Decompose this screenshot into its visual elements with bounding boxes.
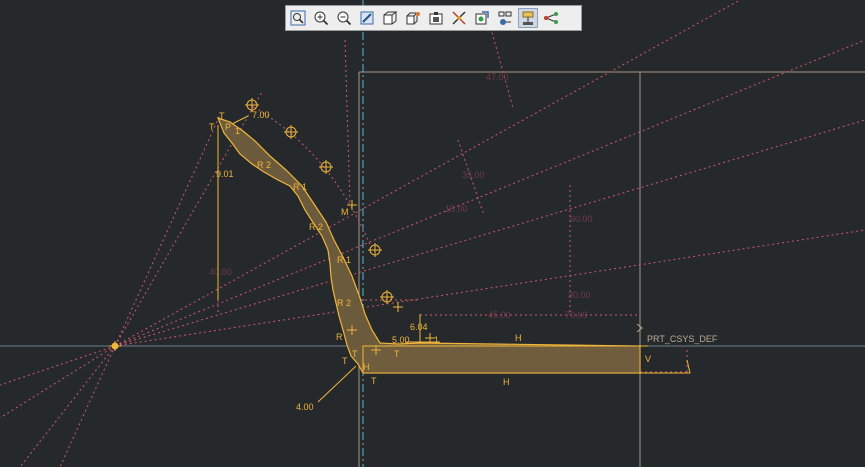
svg-text:40.00: 40.00	[209, 267, 232, 277]
zoom-out-icon	[337, 11, 352, 26]
dimension-side-left[interactable]: 9.01	[216, 170, 234, 179]
zoom-out-button[interactable]	[334, 8, 354, 28]
constraint-R: R	[336, 332, 343, 342]
constraint-R2-a: R 2	[257, 160, 272, 170]
constraint-R2-b: R 2	[309, 222, 324, 232]
svg-text:35.00: 35.00	[462, 170, 485, 180]
zoom-in-icon	[314, 11, 329, 26]
annotation-display-button[interactable]	[472, 8, 492, 28]
base-rectangle[interactable]	[362, 345, 641, 374]
constraint-L1: 1	[434, 335, 440, 345]
refit-icon	[290, 10, 306, 26]
dimension-base-small[interactable]: 5.00	[392, 336, 410, 345]
constraint-display-button[interactable]	[518, 8, 538, 28]
annotation-display-icon	[475, 11, 489, 25]
repaint-button[interactable]	[357, 8, 377, 28]
datum-display-icon	[452, 11, 466, 25]
sketch-view-icon	[429, 12, 443, 25]
construction-rays	[0, 0, 865, 467]
constraint-R1-a: R 1	[293, 182, 308, 192]
constraint-T-left: T	[209, 122, 215, 132]
graphics-toolbar	[285, 5, 582, 31]
constraint-R2-c: R 2	[337, 298, 352, 308]
constraint-display-icon	[522, 11, 534, 25]
display-style-icon	[383, 11, 398, 25]
svg-text:30.00: 30.00	[568, 290, 591, 300]
datum-display-button[interactable]	[449, 8, 469, 28]
saved-orientations-button[interactable]	[403, 8, 423, 28]
svg-text:15.00: 15.00	[445, 204, 468, 214]
constraint-H-top: H	[515, 333, 522, 343]
csys-label[interactable]: PRT_CSYS_DEF	[647, 335, 717, 344]
refit-button[interactable]	[288, 8, 308, 28]
frame-rectangle	[358, 71, 865, 467]
constraint-T-right: T	[394, 349, 400, 359]
vertex-display-button[interactable]	[541, 8, 561, 28]
constraint-T-bottom-left: T	[342, 356, 348, 366]
dimension-angle-top[interactable]: 7.00	[252, 111, 270, 120]
constraint-P: P	[225, 122, 232, 132]
display-style-button[interactable]	[380, 8, 400, 28]
vertex-display-icon	[544, 12, 558, 24]
dimension-small-gap[interactable]: 6.04	[410, 323, 428, 332]
svg-text:47.00: 47.00	[486, 72, 509, 82]
sketcher-display-button[interactable]	[495, 8, 515, 28]
svg-text:70.00: 70.00	[565, 310, 588, 320]
sketch-canvas[interactable]: 47.00 35.00 60.00 40.00 15.00 45.00 70.0…	[0, 0, 865, 467]
sketcher-display-icon	[498, 11, 512, 25]
constraint-H-small: H	[363, 362, 370, 372]
zoom-in-button[interactable]	[311, 8, 331, 28]
sketch-profile[interactable]	[216, 117, 641, 374]
constraint-V: V	[645, 354, 652, 364]
svg-text:45.00: 45.00	[488, 310, 511, 320]
constraint-R1-b: R 1	[337, 255, 352, 265]
constraint-1-top: 1	[235, 126, 241, 136]
constraint-T-mid: T	[352, 349, 358, 359]
constraint-T-base: T	[371, 376, 377, 386]
dimension-bottom-radius[interactable]: 4.00	[296, 403, 314, 412]
saved-orientations-icon	[406, 12, 420, 25]
svg-text:60.00: 60.00	[570, 214, 593, 224]
sketch-view-button[interactable]	[426, 8, 446, 28]
repaint-icon	[360, 11, 374, 25]
focal-point[interactable]	[109, 341, 121, 351]
constraint-H-bottom: H	[503, 377, 510, 387]
constraint-T-top: T	[219, 111, 225, 121]
constraint-M: M	[341, 207, 349, 217]
